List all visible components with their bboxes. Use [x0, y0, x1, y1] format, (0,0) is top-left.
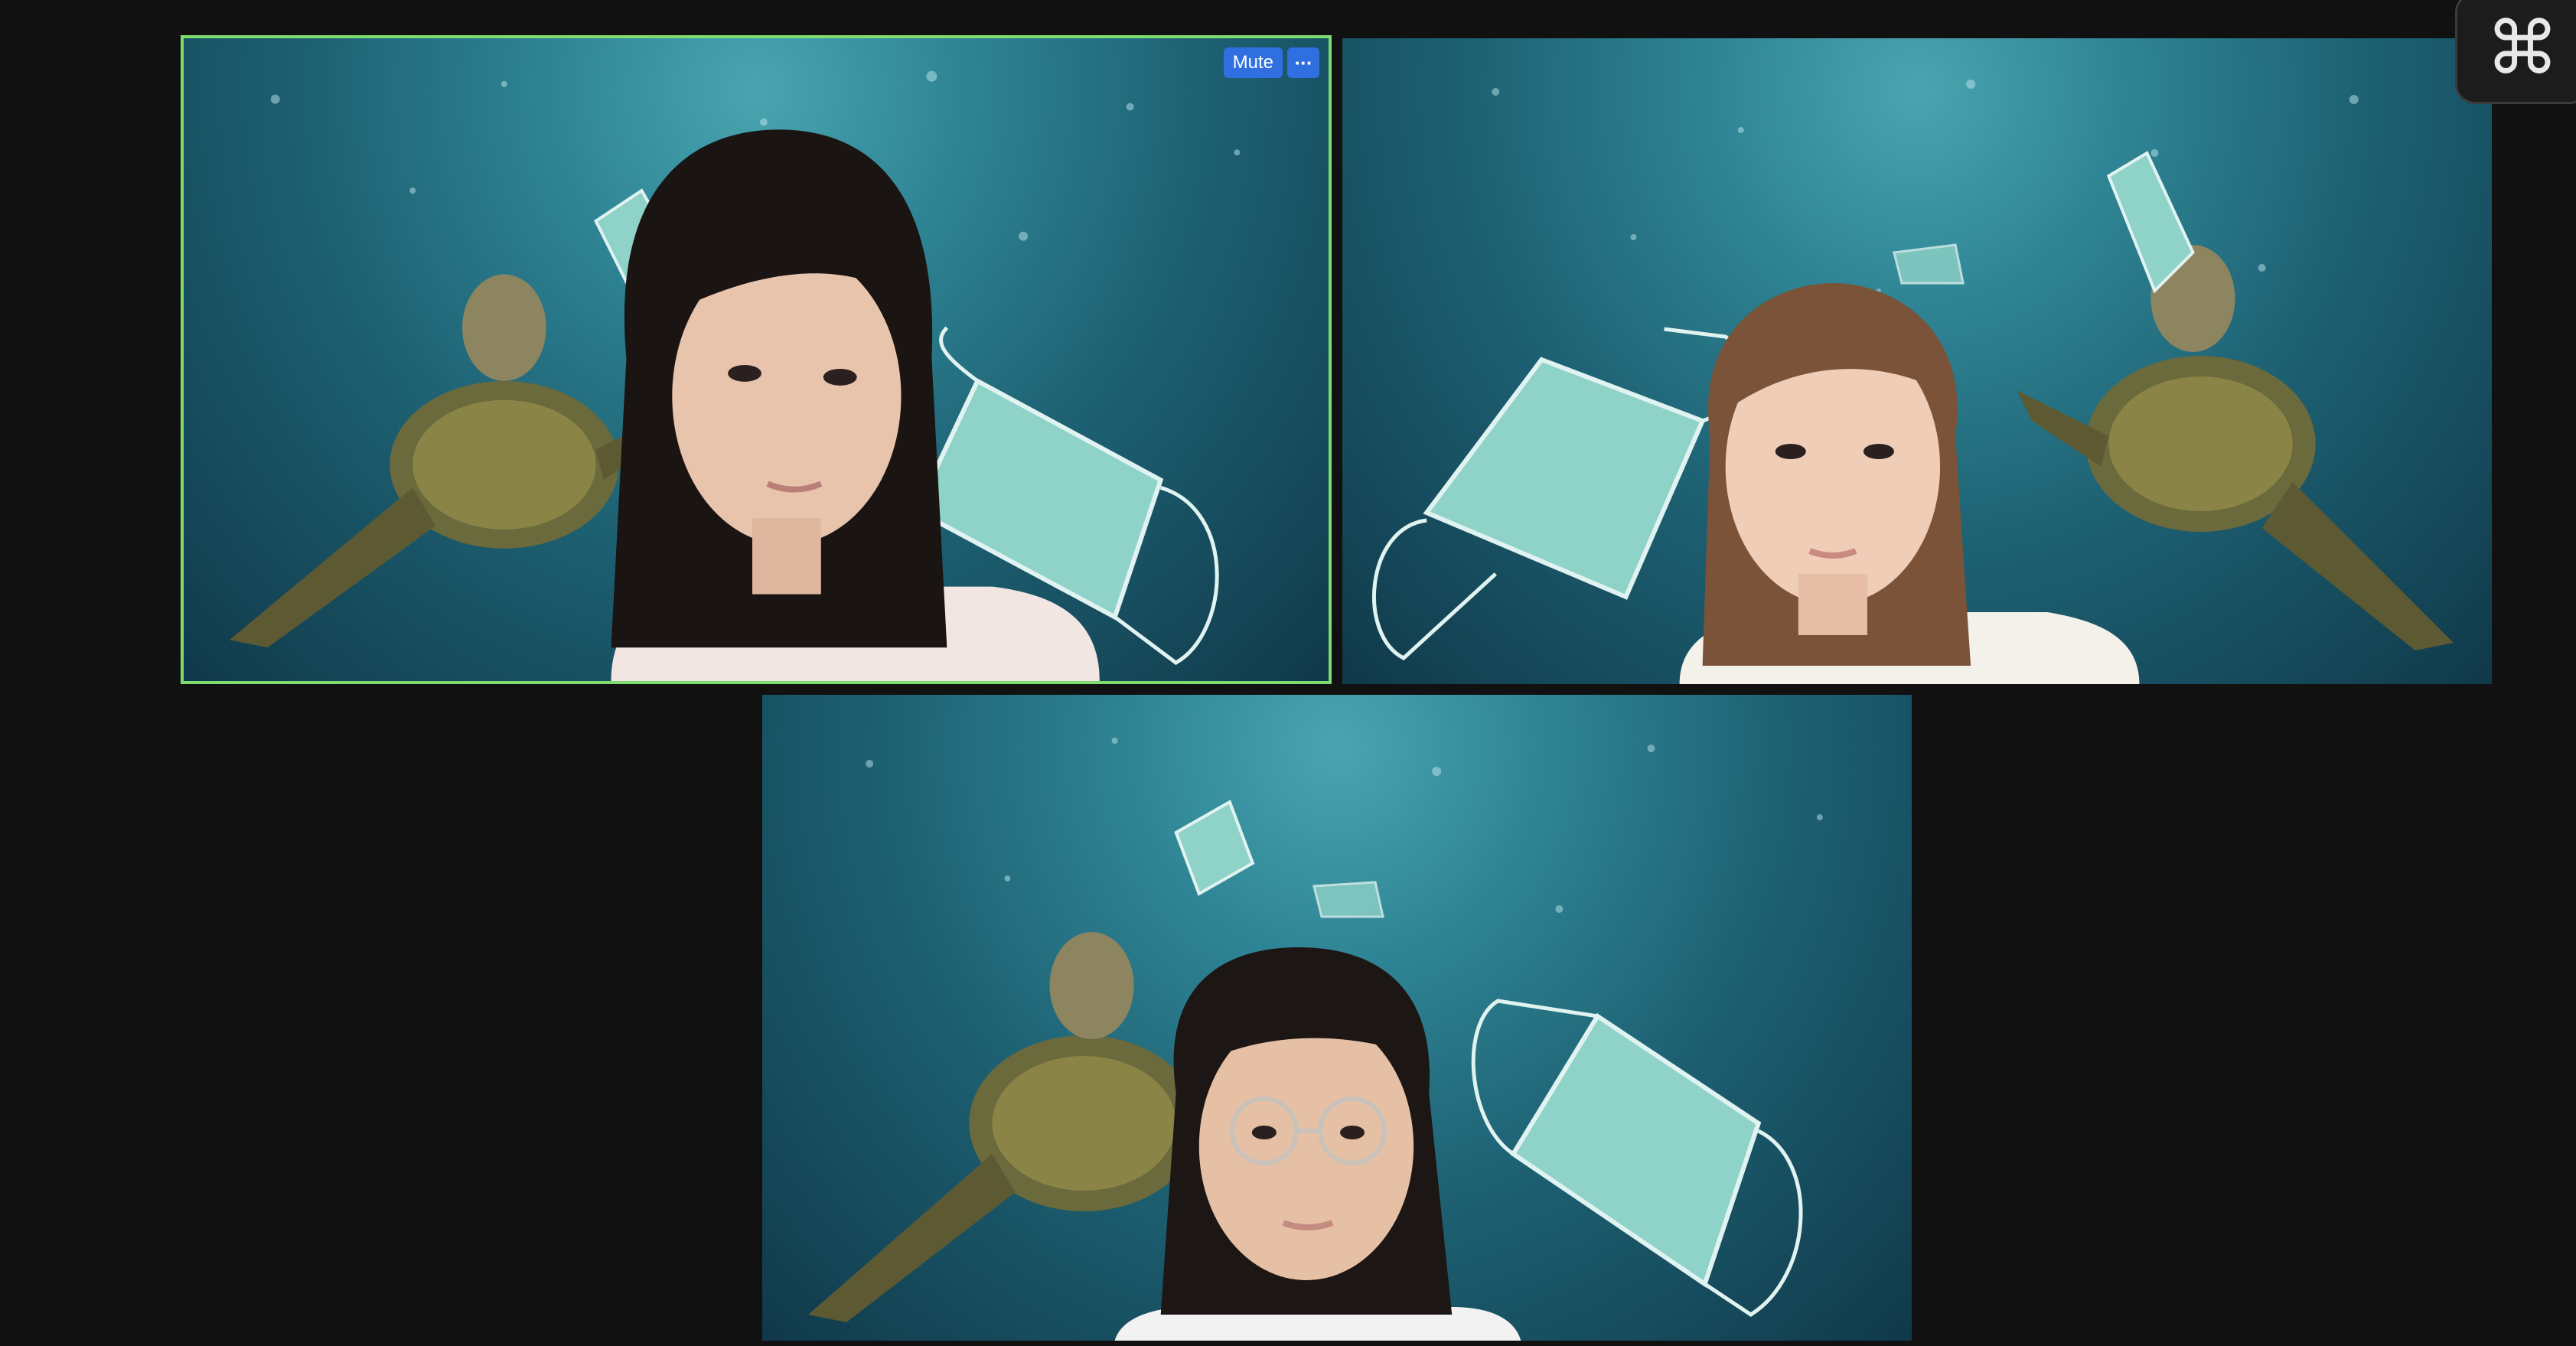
more-options-button[interactable]: ··· — [1287, 47, 1319, 78]
face-mask-icon — [1372, 327, 1746, 661]
command-symbol: ⌘ — [2486, 5, 2559, 91]
video-tile-participant-3[interactable] — [762, 695, 1912, 1341]
person-silhouette — [1679, 283, 2140, 684]
video-tile-participant-2[interactable] — [1342, 38, 2492, 684]
mute-participant-button[interactable]: Mute — [1223, 47, 1283, 78]
face-mask-small-icon — [1893, 151, 2195, 294]
virtual-background-ocean — [229, 70, 1241, 681]
tile-hover-controls: Mute ··· — [1223, 47, 1319, 78]
virtual-background-ocean — [1372, 80, 2454, 684]
video-tile-participant-1[interactable]: Mute ··· — [184, 38, 1329, 681]
command-key-icon: ⌘ — [2455, 0, 2576, 104]
sea-turtle-icon — [2017, 245, 2454, 650]
person-silhouette — [1114, 947, 1521, 1341]
video-gallery: Mute ··· ⌘ — [0, 0, 2576, 1346]
face-mask-icon — [1471, 999, 1803, 1317]
face-mask-small-icon — [1174, 800, 1384, 918]
virtual-background-ocean — [808, 738, 1823, 1341]
